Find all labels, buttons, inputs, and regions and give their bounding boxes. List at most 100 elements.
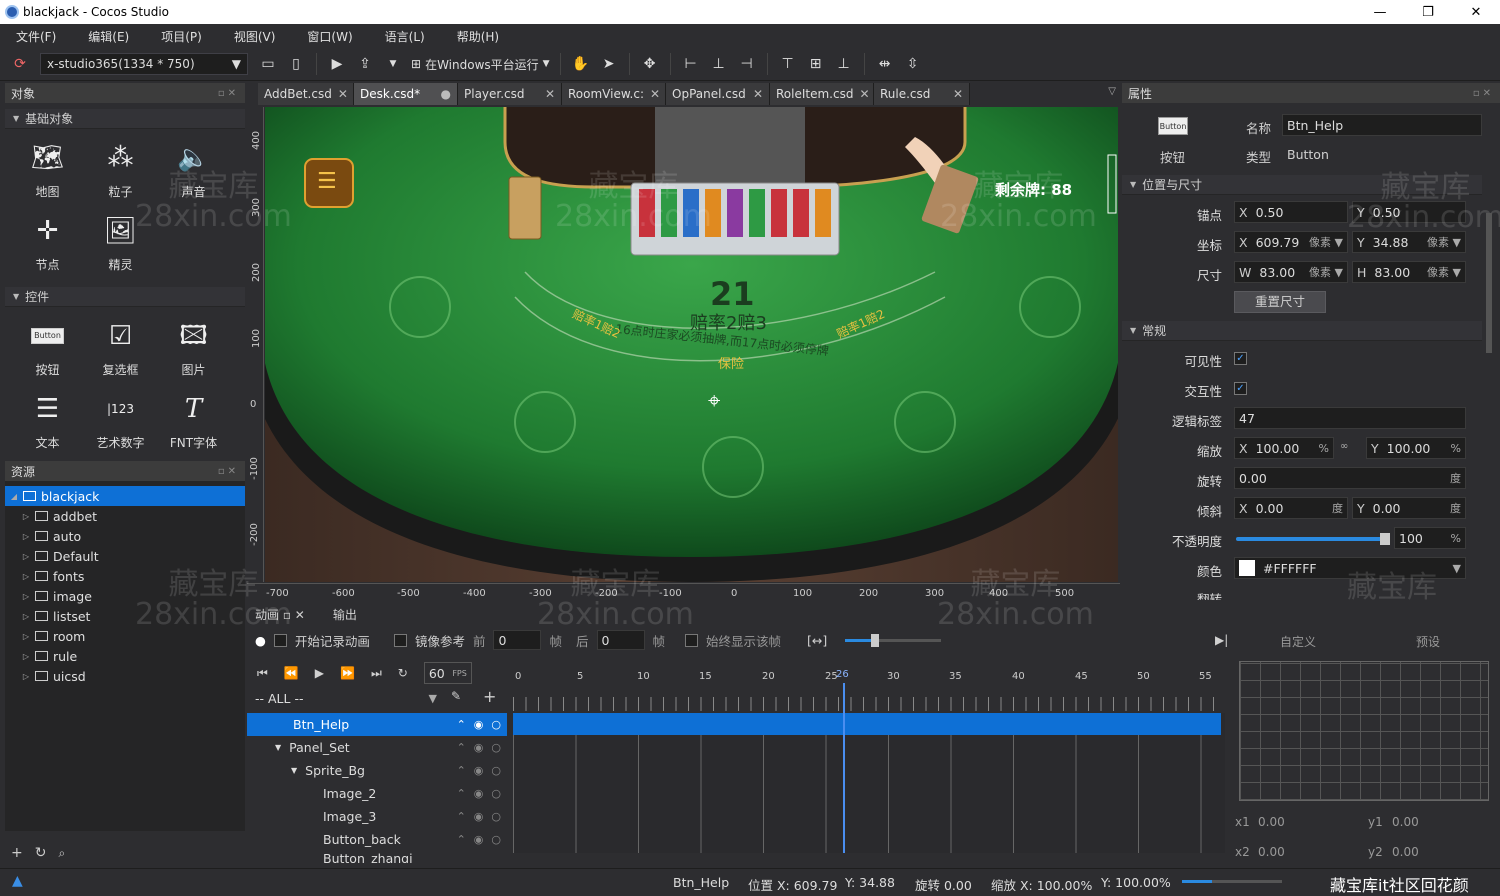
menu-help[interactable]: 帮助(H) xyxy=(441,28,515,45)
scene-canvas[interactable]: 剩余牌: 88 21 赔率2赔3 16点时庄家必须抽牌,而17点时必须停牌 赔率… xyxy=(265,107,1118,582)
menu-file[interactable]: 文件(F) xyxy=(0,28,72,45)
track-filter-select[interactable]: -- ALL -- ▼ xyxy=(251,687,441,709)
track-row[interactable]: Button_zhangi xyxy=(247,851,507,863)
tree-item[interactable]: ▷ auto xyxy=(5,526,245,546)
curve-tab-preset[interactable]: 预设 xyxy=(1416,633,1440,650)
tree-item[interactable]: ▷ addbet xyxy=(5,506,245,526)
object-node[interactable]: ✛ 节点 xyxy=(11,208,84,281)
object-sound[interactable]: 🔈 声音 xyxy=(157,135,230,208)
menu-window[interactable]: 窗口(W) xyxy=(291,28,368,45)
tab-output[interactable]: 输出 xyxy=(313,606,377,623)
anchor-y-input[interactable]: Y 0.50 xyxy=(1352,201,1466,223)
refresh-icon[interactable]: ↻ xyxy=(35,845,47,861)
fps-input[interactable]: 60 FPS xyxy=(423,662,472,684)
color-picker[interactable]: #FFFFFF ▼ xyxy=(1234,557,1466,579)
align-left-icon[interactable]: ⊢ xyxy=(679,52,703,76)
distribute-v-icon[interactable]: ⇳ xyxy=(901,52,925,76)
skew-x-input[interactable]: X 0.00 度 xyxy=(1234,497,1348,519)
align-top-icon[interactable]: ⊤ xyxy=(776,52,800,76)
reset-size-button[interactable]: 重置尺寸 xyxy=(1234,291,1326,313)
landscape-icon[interactable]: ▭ xyxy=(256,52,280,76)
opacity-slider[interactable] xyxy=(1236,533,1390,545)
maximize-button[interactable]: ❐ xyxy=(1404,0,1452,24)
timeline-ruler[interactable]: 0 5 10 15 20 25 26 30 35 40 45 50 55 xyxy=(513,667,1225,711)
menu-edit[interactable]: 编辑(E) xyxy=(72,28,145,45)
panel-controls-icon[interactable]: ▫✕ xyxy=(218,88,239,99)
menu-project[interactable]: 项目(P) xyxy=(145,28,218,45)
link-icon[interactable]: ∞ xyxy=(1340,441,1348,452)
size-h-input[interactable]: H 83.00 像素 ▼ xyxy=(1352,261,1466,283)
tree-item[interactable]: ▷ uicsd xyxy=(5,666,245,686)
pointer-icon[interactable]: ➤ xyxy=(597,52,621,76)
curve-editor[interactable] xyxy=(1239,661,1489,801)
tab-oppanel[interactable]: OpPanel.csd ✕ xyxy=(666,83,770,105)
edit-icon[interactable]: ✎ xyxy=(451,689,461,703)
add-icon[interactable]: + xyxy=(11,845,23,861)
timeline-grid[interactable] xyxy=(513,683,1225,853)
track-row[interactable]: Image_2 ⌃ ◉ ○ xyxy=(247,782,507,805)
portrait-icon[interactable]: ▯ xyxy=(284,52,308,76)
close-icon[interactable]: ✕ xyxy=(859,87,869,101)
publish-icon[interactable]: ⟳ xyxy=(8,52,32,76)
playhead[interactable] xyxy=(843,683,845,853)
unit-select[interactable]: 像素 ▼ xyxy=(1427,264,1461,280)
anchor-x-input[interactable]: X 0.50 xyxy=(1234,201,1348,223)
tree-item[interactable]: ▷ image xyxy=(5,586,245,606)
next-frame-icon[interactable]: ⏩ xyxy=(340,666,355,680)
tab-desk[interactable]: Desk.csd* ● xyxy=(354,83,458,105)
record-checkbox[interactable] xyxy=(273,633,287,647)
control-button[interactable]: Button 按钮 xyxy=(11,313,84,386)
scale-y-input[interactable]: Y 100.00% xyxy=(1366,437,1466,459)
tag-input[interactable]: 47 xyxy=(1234,407,1466,429)
tab-addbet[interactable]: AddBet.csd ✕ xyxy=(258,83,354,105)
scale-x-input[interactable]: X 100.00% xyxy=(1234,437,1334,459)
export-icon[interactable]: ⇪ xyxy=(353,52,377,76)
curve-tab-custom[interactable]: 自定义 xyxy=(1280,633,1316,650)
unit-select[interactable]: 像素 ▼ xyxy=(1427,234,1461,250)
unit-select[interactable]: 像素 ▼ xyxy=(1309,234,1343,250)
tab-rule[interactable]: Rule.csd ✕ xyxy=(874,83,970,105)
control-atlas-number[interactable]: |123 艺术数字 xyxy=(84,386,157,459)
modified-dot-icon[interactable]: ● xyxy=(441,87,451,101)
opacity-input[interactable]: 100% xyxy=(1394,527,1466,549)
move-icon[interactable]: ✥ xyxy=(638,52,662,76)
tree-item[interactable]: ▷ listset xyxy=(5,606,245,626)
tree-item[interactable]: ▷ Default xyxy=(5,546,245,566)
close-icon[interactable]: ✕ xyxy=(338,87,348,101)
tab-animation[interactable]: 动画 ▫ ✕ xyxy=(247,606,313,623)
tree-item[interactable]: ▷ rule xyxy=(5,646,245,666)
control-checkbox[interactable]: ☑ 复选框 xyxy=(84,313,157,386)
tree-item[interactable]: ▷ room xyxy=(5,626,245,646)
resolution-select[interactable]: x-studio365(1334 * 750) ▼ xyxy=(40,53,248,75)
align-bottom-icon[interactable]: ⊥ xyxy=(832,52,856,76)
run-platform-select[interactable]: ⊞ 在Windows平台运行 ▼ xyxy=(407,53,554,75)
object-particle[interactable]: ⁂ 粒子 xyxy=(84,135,157,208)
prev-input[interactable]: 0 xyxy=(493,630,542,650)
tab-roleitem[interactable]: RoleItem.csd ✕ xyxy=(770,83,874,105)
play-curve-icon[interactable]: ▶| xyxy=(1215,633,1228,647)
distribute-h-icon[interactable]: ⇹ xyxy=(873,52,897,76)
hand-icon[interactable]: ✋ xyxy=(569,52,593,76)
name-input[interactable]: Btn_Help xyxy=(1282,114,1482,136)
object-map[interactable]: 🗺 地图 xyxy=(11,135,84,208)
control-fnt[interactable]: T FNT字体 xyxy=(157,386,230,459)
help-button-icon[interactable]: ☰ xyxy=(317,169,337,194)
close-icon[interactable]: ✕ xyxy=(753,87,763,101)
minimize-button[interactable]: — xyxy=(1356,0,1404,24)
close-button[interactable]: ✕ xyxy=(1452,0,1500,24)
coord-x-input[interactable]: X 609.79 像素 ▼ xyxy=(1234,231,1348,253)
control-text[interactable]: ☰ 文本 xyxy=(11,386,84,459)
search-icon[interactable]: ⌕ xyxy=(58,846,65,861)
object-sprite[interactable]: 🖼 精灵 xyxy=(84,208,157,281)
track-row[interactable]: Button_back ⌃ ◉ ○ xyxy=(247,828,507,851)
always-show-checkbox[interactable] xyxy=(685,633,699,647)
basic-objects-section[interactable]: ▼ 基础对象 xyxy=(5,109,245,129)
menu-view[interactable]: 视图(V) xyxy=(218,28,292,45)
interactive-checkbox[interactable]: ✓ xyxy=(1234,382,1247,395)
zoom-slider[interactable] xyxy=(1182,880,1282,883)
control-image[interactable]: 🖾 图片 xyxy=(157,313,230,386)
tab-roomview[interactable]: RoomView.c: ✕ xyxy=(562,83,666,105)
track-row[interactable]: ▼ Sprite_Bg ⌃ ◉ ○ xyxy=(247,759,507,782)
close-icon[interactable]: ✕ xyxy=(545,87,555,101)
close-icon[interactable]: ✕ xyxy=(650,87,660,101)
